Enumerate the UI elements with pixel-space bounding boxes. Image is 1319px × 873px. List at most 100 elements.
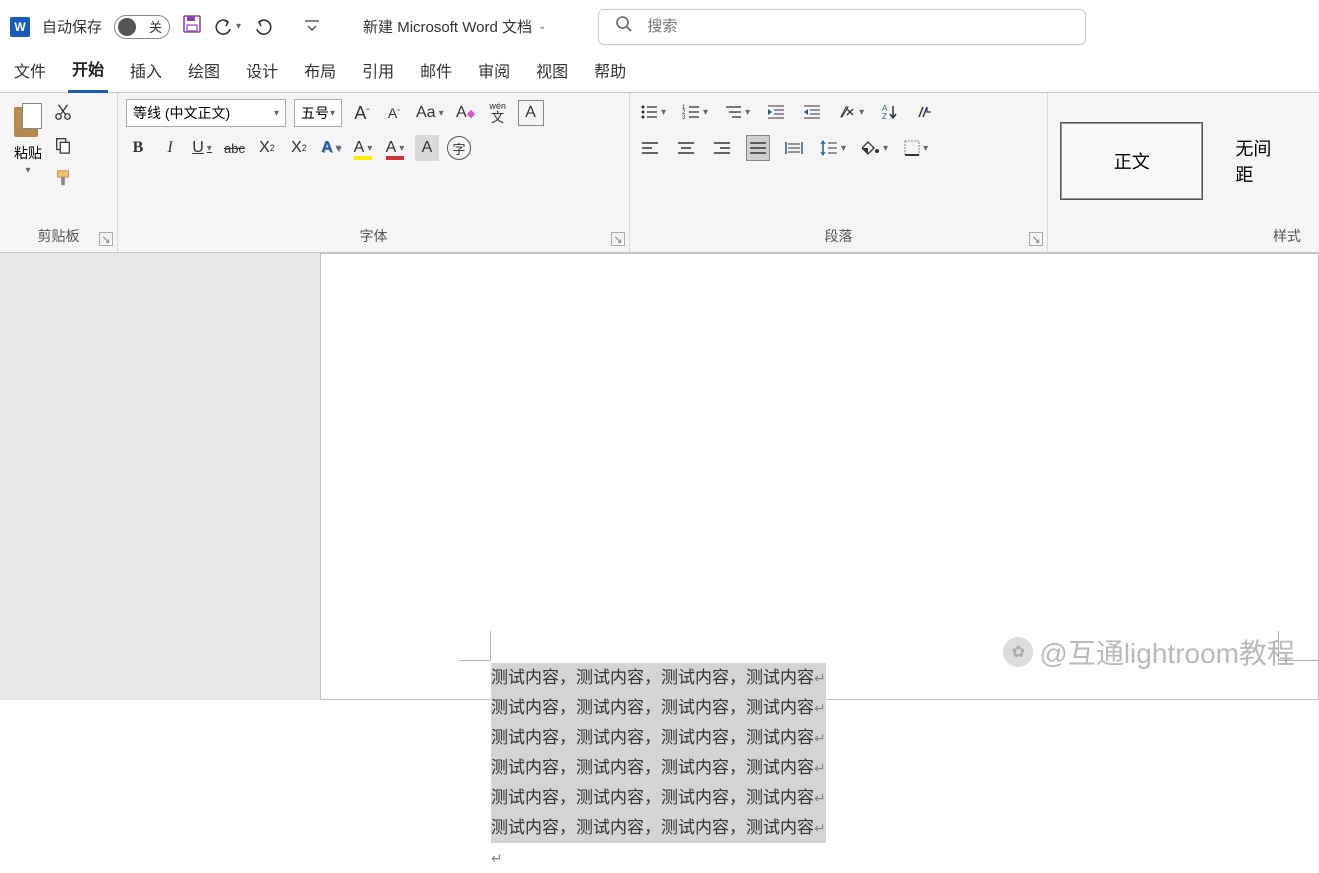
multilevel-list-button[interactable] [722, 99, 752, 125]
distribute-button[interactable] [782, 135, 806, 161]
toggle-knob-icon [118, 18, 136, 36]
svg-text:Z: Z [882, 112, 887, 121]
tab-mailings[interactable]: 邮件 [416, 50, 456, 92]
line-spacing-button[interactable] [818, 135, 848, 161]
redo-button[interactable] [253, 17, 273, 37]
tab-file[interactable]: 文件 [10, 50, 50, 92]
ruler-left-margin-icon [459, 631, 491, 661]
group-label-styles: 样式 [1056, 222, 1311, 250]
group-styles: 正文 无间距 样式 [1048, 93, 1319, 252]
tab-insert[interactable]: 插入 [126, 50, 166, 92]
group-label-paragraph: 段落 [638, 222, 1039, 250]
bold-button[interactable]: B [126, 135, 150, 161]
shrink-font-button[interactable]: Aˇ [382, 100, 406, 126]
align-center-button[interactable] [674, 135, 698, 161]
autosave-toggle[interactable]: 关 [114, 15, 170, 39]
show-marks-button[interactable] [914, 99, 938, 125]
paragraph-mark-icon: ↵ [814, 760, 826, 776]
font-size-dropdown[interactable]: 五号▾ [294, 99, 342, 127]
bullets-button[interactable] [638, 99, 668, 125]
font-color-button[interactable]: A [383, 135, 407, 161]
document-text[interactable]: 测试内容，测试内容，测试内容，测试内容↵ 测试内容，测试内容，测试内容，测试内容… [491, 663, 826, 873]
font-size-value: 五号 [301, 103, 329, 123]
text-line[interactable]: 测试内容，测试内容，测试内容，测试内容↵ [491, 723, 826, 753]
text-line[interactable]: 测试内容，测试内容，测试内容，测试内容↵ [491, 753, 826, 783]
tab-view[interactable]: 视图 [532, 50, 572, 92]
search-input[interactable] [647, 18, 1069, 35]
paragraph-mark-icon: ↵ [814, 820, 826, 836]
asian-layout-button[interactable] [836, 99, 866, 125]
title-bar: W 自动保存 关 ▾ 新建 Microsoft Word 文档 ⌄ [0, 0, 1319, 53]
subscript-button[interactable]: X2 [255, 135, 279, 161]
group-paragraph: 123 AZ 段落 ↘ [630, 93, 1048, 252]
justify-button[interactable] [746, 135, 770, 161]
document-title-text: 新建 Microsoft Word 文档 [363, 16, 532, 37]
highlight-button[interactable]: A [351, 135, 375, 161]
clipboard-dialog-launcher[interactable]: ↘ [99, 232, 113, 246]
chevron-down-icon: ▾ [25, 165, 30, 176]
change-case-button[interactable]: Aa [414, 100, 446, 126]
chevron-down-icon: ▾ [236, 21, 241, 32]
align-right-button[interactable] [710, 135, 734, 161]
watermark-text: @互通lightroom教程 [1039, 632, 1295, 672]
decrease-indent-button[interactable] [764, 99, 788, 125]
customize-qat-button[interactable] [303, 17, 321, 36]
tab-home[interactable]: 开始 [68, 48, 108, 93]
group-label-clipboard: 剪贴板 [8, 222, 109, 250]
word-app-icon: W [10, 17, 30, 37]
paragraph-mark-icon: ↵ [814, 790, 826, 806]
grow-font-button[interactable]: Aˆ [350, 100, 374, 126]
phonetic-guide-button[interactable]: wén文 [486, 100, 510, 126]
shading-button[interactable] [860, 135, 890, 161]
paragraph-dialog-launcher[interactable]: ↘ [1029, 232, 1043, 246]
format-painter-button[interactable] [54, 169, 72, 192]
svg-text:3: 3 [682, 115, 686, 120]
toggle-state: 关 [149, 17, 162, 36]
enclose-characters-button[interactable]: 字 [447, 136, 471, 160]
document-area: 测试内容，测试内容，测试内容，测试内容↵ 测试内容，测试内容，测试内容，测试内容… [0, 253, 1319, 700]
paragraph-mark-icon: ↵ [814, 670, 826, 686]
tab-help[interactable]: 帮助 [590, 50, 630, 92]
save-icon[interactable] [182, 14, 202, 40]
font-dialog-launcher[interactable]: ↘ [611, 232, 625, 246]
style-no-spacing[interactable]: 无间距 [1215, 135, 1307, 187]
chevron-down-icon: ⌄ [538, 21, 546, 32]
character-border-button[interactable]: A [518, 100, 544, 126]
paste-label: 粘贴 [14, 143, 42, 163]
numbering-button[interactable]: 123 [680, 99, 710, 125]
clear-formatting-button[interactable]: A◆ [454, 100, 478, 126]
italic-button[interactable]: I [158, 135, 182, 161]
tab-draw[interactable]: 绘图 [184, 50, 224, 92]
autosave-label: 自动保存 [42, 16, 102, 37]
font-name-dropdown[interactable]: 等线 (中文正文)▾ [126, 99, 286, 127]
search-box[interactable] [598, 9, 1086, 45]
superscript-button[interactable]: X2 [287, 135, 311, 161]
tab-layout[interactable]: 布局 [300, 50, 340, 92]
sort-button[interactable]: AZ [878, 99, 902, 125]
tab-references[interactable]: 引用 [358, 50, 398, 92]
group-font: 等线 (中文正文)▾ 五号▾ Aˆ Aˇ Aa A◆ wén文 A B I U … [118, 93, 630, 252]
character-shading-button[interactable]: A [415, 135, 439, 161]
paragraph-mark-icon: ↵ [814, 730, 826, 746]
font-name-value: 等线 (中文正文) [133, 103, 230, 123]
undo-button[interactable]: ▾ [214, 17, 241, 37]
group-clipboard: 粘贴 ▾ 剪贴板 ↘ [0, 93, 118, 252]
strikethrough-button[interactable]: abc [222, 135, 247, 161]
cut-button[interactable] [54, 103, 72, 126]
align-left-button[interactable] [638, 135, 662, 161]
text-line[interactable]: 测试内容，测试内容，测试内容，测试内容↵ [491, 813, 826, 843]
document-title[interactable]: 新建 Microsoft Word 文档 ⌄ [363, 16, 546, 37]
watermark-badge-icon: ✿ [1003, 637, 1033, 667]
underline-button[interactable]: U [190, 135, 214, 161]
text-effects-button[interactable]: A [319, 135, 343, 161]
increase-indent-button[interactable] [800, 99, 824, 125]
tab-design[interactable]: 设计 [242, 50, 282, 92]
borders-button[interactable] [902, 135, 930, 161]
tab-review[interactable]: 审阅 [474, 50, 514, 92]
style-normal[interactable]: 正文 [1060, 122, 1203, 200]
copy-button[interactable] [54, 136, 72, 159]
paste-button[interactable]: 粘贴 ▾ [8, 99, 48, 180]
text-line[interactable]: 测试内容，测试内容，测试内容，测试内容↵ [491, 783, 826, 813]
text-line[interactable]: 测试内容，测试内容，测试内容，测试内容↵ [491, 693, 826, 723]
text-line[interactable]: 测试内容，测试内容，测试内容，测试内容↵ [491, 663, 826, 693]
